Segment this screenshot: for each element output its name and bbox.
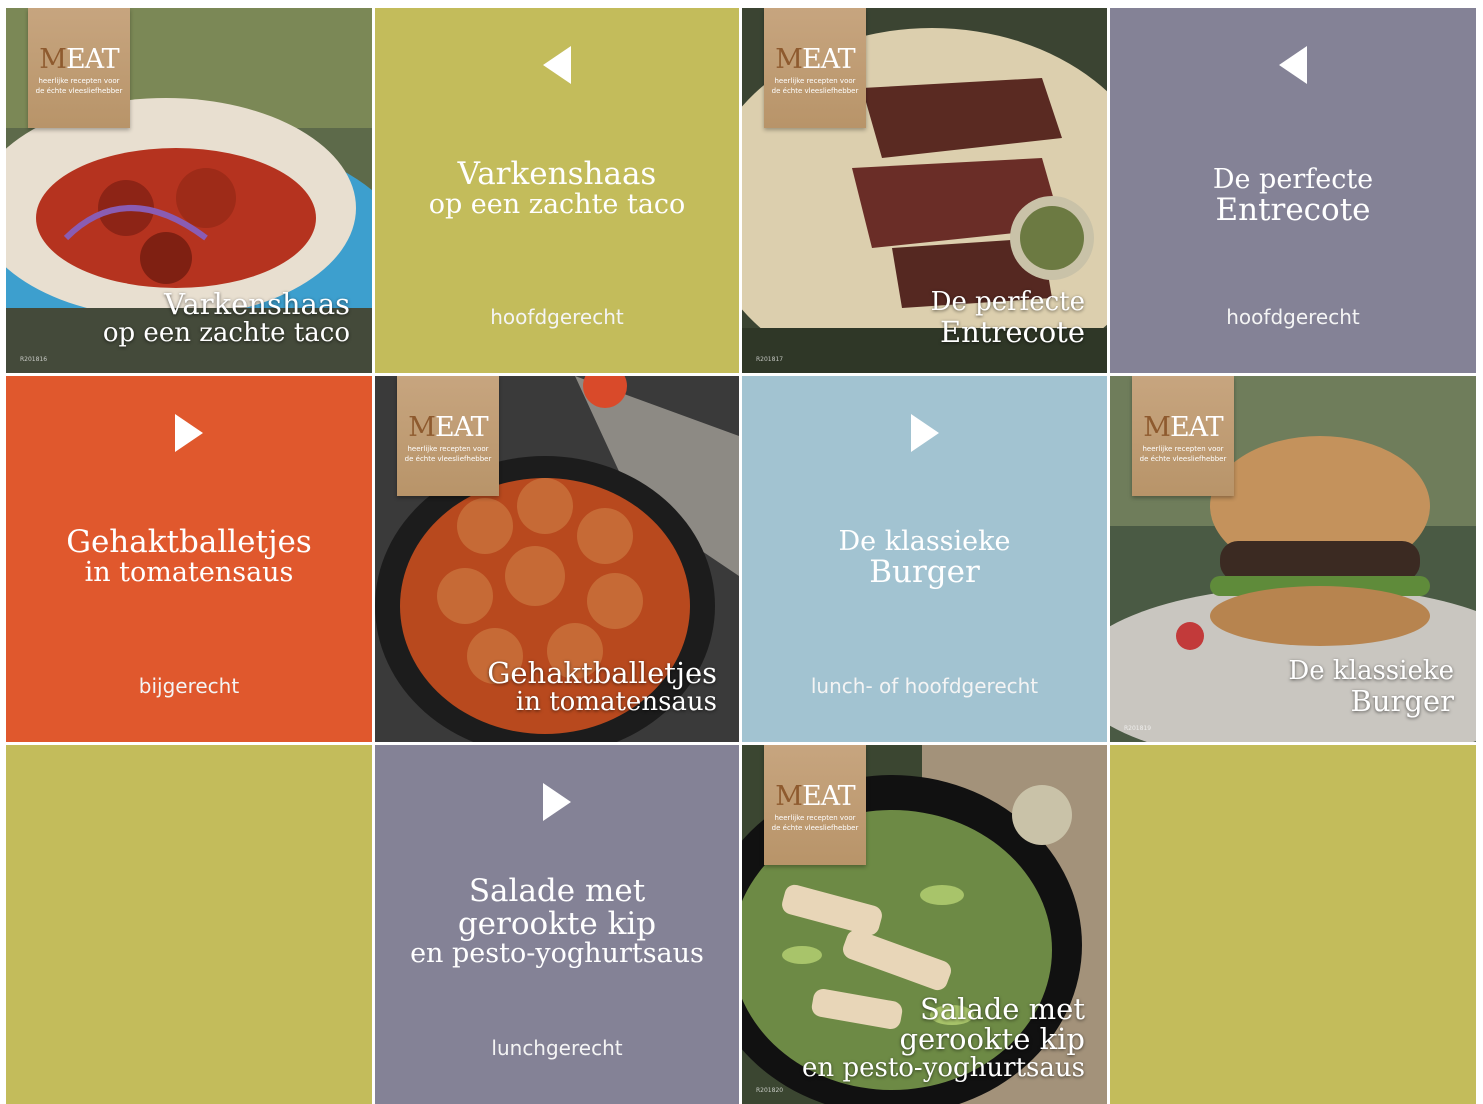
recipe-card-burger[interactable]: De klassieke Burger lunch- of hoofdgerec… [742,376,1107,742]
badge-tagline: de échte vleesliefhebber [1139,455,1227,464]
card-category: lunch- of hoofdgerecht [810,674,1039,698]
caption-title: Gehaktballetjes [487,656,717,691]
recipe-card-entrecote[interactable]: De perfecte Entrecote hoofdgerecht [1110,8,1476,373]
left-arrow-icon[interactable] [1279,46,1307,84]
caption-title: Burger [1350,683,1454,718]
card-category: hoofdgerecht [490,305,624,329]
card-title: Gehaktballetjes in tomatensaus [6,526,372,587]
caption-subtitle: op een zachte taco [102,317,350,348]
badge-tagline: heerlijke recepten voor [38,77,120,85]
meat-badge: MEAT heerlijke recepten voor de échte vl… [764,8,866,128]
meat-badge: MEAT heerlijke recepten voor de échte vl… [764,745,866,865]
meat-logo: MEAT [408,412,488,443]
card-title-sub: in tomatensaus [84,556,294,588]
photo-caption: Varkenshaas op een zachte taco [103,289,350,347]
meat-logo: MEAT [1143,412,1223,443]
meat-logo: MEAT [39,44,119,75]
caption-title: Salade met [920,991,1085,1026]
card-category: hoofdgerecht [1226,305,1360,329]
photo-caption: Salade met gerookte kip en pesto-yoghurt… [802,991,1085,1083]
card-category: lunchgerecht [491,1036,623,1060]
left-arrow-icon[interactable] [543,46,571,84]
card-title-main: Gehaktballetjes [66,524,312,560]
card-title-main: Varkenshaas [457,156,657,192]
caption-subtitle: De perfecte [930,287,1085,318]
caption-title: Varkenshaas [164,287,350,322]
right-arrow-icon[interactable] [543,783,571,821]
photo-caption: Gehaktballetjes in tomatensaus [487,658,717,716]
recipe-card-gehaktballetjes-photo[interactable]: MEAT heerlijke recepten voor de échte vl… [375,376,739,742]
recipe-card-gehaktballetjes[interactable]: Gehaktballetjes in tomatensaus bijgerech… [6,376,372,742]
meat-badge: MEAT heerlijke recepten voor de échte vl… [28,8,130,128]
recipe-code: R201817 [756,356,784,363]
card-title: De klassieke Burger [742,526,1107,591]
badge-tagline: heerlijke recepten voor [1142,445,1224,453]
recipe-card-salade-photo[interactable]: MEAT heerlijke recepten voor de échte vl… [742,745,1107,1104]
badge-tagline: heerlijke recepten voor [774,77,856,85]
badge-tagline: de échte vleesliefhebber [35,87,123,96]
recipe-code: R201816 [20,356,48,363]
recipe-card-salade[interactable]: Salade met gerookte kip en pesto-yoghurt… [375,745,739,1104]
caption-subtitle: in tomatensaus [515,686,717,717]
badge-tagline: heerlijke recepten voor [774,814,856,822]
card-title-main: Burger [869,554,980,591]
meat-logo: MEAT [775,781,855,812]
badge-tagline: de échte vleesliefhebber [771,824,859,833]
empty-tile [1110,745,1476,1104]
card-title: De perfecte Entrecote [1110,164,1476,229]
recipe-card-varkenshaas-photo[interactable]: MEAT heerlijke recepten voor de échte vl… [6,8,372,373]
recipe-code: R201820 [756,1087,784,1094]
card-title-sub: en pesto-yoghurtsaus [410,938,704,970]
card-title-sub: De perfecte [1212,164,1374,195]
caption-subtitle: De klassieke [1288,656,1454,687]
card-title: Salade met gerookte kip en pesto-yoghurt… [375,875,739,968]
caption-title: gerookte kip [899,1022,1085,1057]
badge-tagline: de échte vleesliefhebber [771,87,859,96]
right-arrow-icon[interactable] [910,414,939,452]
caption-title: Entrecote [939,314,1085,349]
recipe-card-varkenshaas[interactable]: Varkenshaas op een zachte taco hoofdgere… [375,8,739,373]
meat-badge: MEAT heerlijke recepten voor de échte vl… [1132,376,1234,496]
card-title: Varkenshaas op een zachte taco [375,158,739,219]
recipe-card-entrecote-photo[interactable]: MEAT heerlijke recepten voor de échte vl… [742,8,1107,373]
caption-subtitle: en pesto-yoghurtsaus [802,1052,1085,1083]
right-arrow-icon[interactable] [175,414,203,452]
card-title-sub: op een zachte taco [428,188,686,220]
card-title-main: Salade met [468,873,646,909]
empty-tile [6,745,372,1104]
recipe-card-burger-photo[interactable]: MEAT heerlijke recepten voor de échte vl… [1110,376,1476,742]
photo-caption: De perfecte Entrecote [930,287,1085,349]
card-category: bijgerecht [138,674,240,698]
card-title-main: gerookte kip [457,905,657,942]
meat-badge: MEAT heerlijke recepten voor de échte vl… [397,376,499,496]
meat-logo: MEAT [775,44,855,75]
recipe-code: R201819 [1124,725,1152,732]
photo-caption: De klassieke Burger [1288,656,1454,718]
card-title-sub: De klassieke [838,526,1011,557]
recipe-grid: MEAT heerlijke recepten voor de échte vl… [0,0,1483,1104]
card-title-main: Entrecote [1215,192,1371,229]
badge-tagline: heerlijke recepten voor [407,445,489,453]
badge-tagline: de échte vleesliefhebber [404,455,492,464]
